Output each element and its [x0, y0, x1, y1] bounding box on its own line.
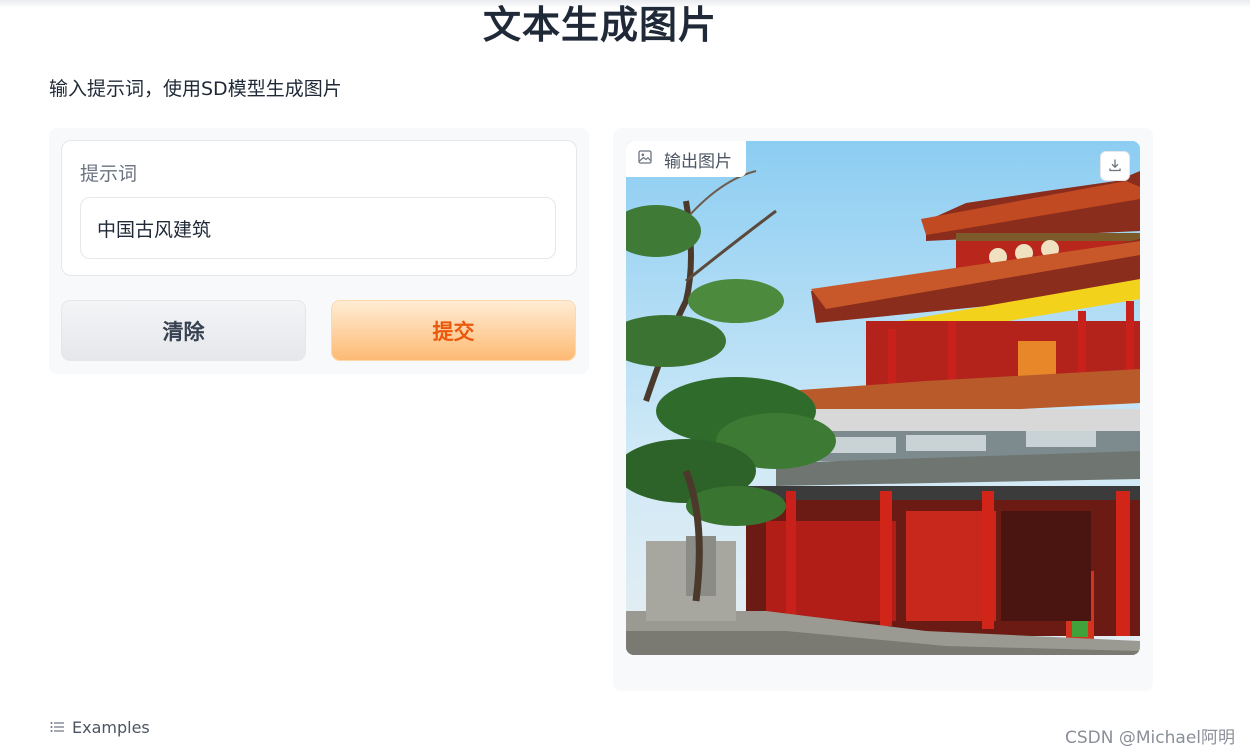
output-label-text: 输出图片	[664, 151, 732, 172]
submit-button[interactable]: 提交	[331, 300, 576, 361]
generated-building-image	[626, 141, 1140, 655]
list-icon	[50, 718, 64, 737]
output-image: 输出图片	[626, 141, 1140, 655]
download-button[interactable]	[1100, 151, 1130, 181]
page-title: 文本生成图片	[482, 3, 717, 47]
output-image-label: 输出图片	[626, 141, 746, 177]
page-description: 输入提示词，使用SD模型生成图片	[49, 78, 342, 100]
image-icon	[638, 149, 652, 169]
input-panel: 提示词 清除 提交	[49, 128, 589, 374]
output-panel: 输出图片	[613, 128, 1153, 691]
watermark: CSDN @Michael阿明	[1065, 728, 1235, 748]
prompt-input[interactable]	[80, 197, 556, 259]
prompt-card: 提示词	[61, 140, 577, 276]
examples-label: Examples	[72, 718, 150, 737]
prompt-label: 提示词	[80, 163, 138, 185]
download-icon	[1108, 157, 1122, 176]
examples-section[interactable]: Examples	[50, 718, 150, 737]
clear-button[interactable]: 清除	[61, 300, 306, 361]
